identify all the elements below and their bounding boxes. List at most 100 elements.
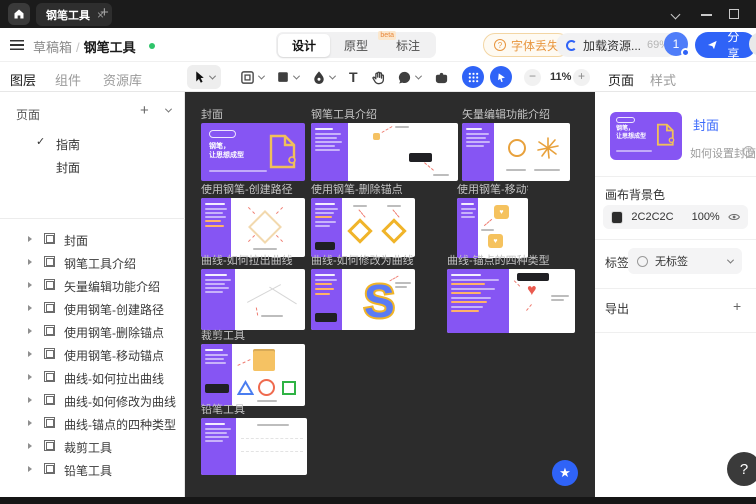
- layer-row[interactable]: 曲线-如何拉出曲线: [0, 366, 185, 389]
- tab-design[interactable]: 设计: [278, 34, 330, 57]
- tab-prototype[interactable]: 原型 beta: [330, 34, 382, 57]
- chevron-right-icon[interactable]: [28, 374, 32, 380]
- layer-label[interactable]: 铅笔工具: [64, 462, 112, 479]
- frame-title[interactable]: 钢笔工具介绍: [311, 106, 458, 119]
- panel-tab-assets[interactable]: 资源库: [103, 70, 142, 89]
- artboard[interactable]: [311, 198, 415, 257]
- chevron-right-icon[interactable]: [28, 443, 32, 449]
- chevron-right-icon[interactable]: [28, 397, 32, 403]
- frame-title[interactable]: 矢量编辑功能介绍: [462, 106, 570, 119]
- layer-label[interactable]: 使用钢笔-删除锚点: [64, 324, 164, 341]
- layer-label[interactable]: 曲线-如何拉出曲线: [64, 370, 164, 387]
- chevron-right-icon[interactable]: [28, 351, 32, 357]
- comment-tool[interactable]: [397, 65, 421, 89]
- layer-row[interactable]: 裁剪工具: [0, 435, 185, 458]
- layer-label[interactable]: 钢笔工具介绍: [64, 255, 136, 272]
- page-label[interactable]: 指南: [56, 136, 80, 153]
- move-tool[interactable]: [187, 65, 221, 89]
- plugin-tool[interactable]: [434, 65, 449, 89]
- new-tab-button[interactable]: +: [100, 4, 109, 21]
- frame-title[interactable]: 封面: [201, 106, 305, 119]
- frame-title[interactable]: 曲线-如何拉出曲线: [201, 252, 305, 265]
- hamburger-menu-icon[interactable]: [10, 40, 24, 50]
- chevron-down-icon[interactable]: [293, 72, 300, 79]
- page-item-cover[interactable]: 封面: [0, 155, 185, 177]
- chevron-right-icon[interactable]: [28, 466, 32, 472]
- chevron-right-icon[interactable]: [28, 259, 32, 265]
- artboard[interactable]: [201, 269, 305, 330]
- add-page-button[interactable]: +: [140, 102, 149, 119]
- canvas-frame-crop-tool[interactable]: 裁剪工具: [201, 327, 305, 406]
- artboard[interactable]: S: [311, 269, 415, 330]
- chevron-right-icon[interactable]: [28, 420, 32, 426]
- breadcrumb-folder[interactable]: 草稿箱: [33, 40, 72, 55]
- layer-label[interactable]: 曲线-如何修改为曲线: [64, 393, 176, 410]
- zoom-in-button[interactable]: +: [573, 69, 590, 86]
- canvas-frame-anchor-types[interactable]: 曲线-锚点的四种类型 ♥: [447, 252, 575, 333]
- layer-row[interactable]: 曲线-锚点的四种类型: [0, 412, 185, 435]
- canvas-frame-vector-intro[interactable]: 矢量编辑功能介绍: [462, 106, 570, 181]
- page-item-guide[interactable]: ✓ 指南: [0, 132, 185, 154]
- layer-row[interactable]: 钢笔工具介绍: [0, 251, 185, 274]
- layer-label[interactable]: 使用钢笔-移动锚点: [64, 347, 164, 364]
- home-button[interactable]: [8, 3, 30, 25]
- zoom-out-button[interactable]: −: [524, 69, 541, 86]
- pen-tool[interactable]: [312, 65, 335, 89]
- eye-icon[interactable]: [728, 212, 740, 222]
- frame-title[interactable]: 使用钢笔-移动锚点: [457, 181, 528, 194]
- hand-tool[interactable]: [371, 65, 386, 89]
- layer-row[interactable]: 矢量编辑功能介绍: [0, 274, 185, 297]
- canvas-frame-pull-curve[interactable]: 曲线-如何拉出曲线: [201, 252, 305, 330]
- canvas-frame-pen-intro[interactable]: 钢笔工具介绍: [311, 106, 458, 181]
- layer-label[interactable]: 使用钢笔-创建路径: [64, 301, 164, 318]
- panel-tab-layers[interactable]: 图层: [10, 70, 36, 89]
- shape-tool[interactable]: [276, 65, 299, 89]
- present-button[interactable]: [490, 66, 512, 88]
- chevron-right-icon[interactable]: [28, 328, 32, 334]
- layer-label[interactable]: 封面: [64, 232, 88, 249]
- window-chevron-down-icon[interactable]: [671, 10, 681, 20]
- canvas-frame-create-path[interactable]: 使用钢笔-创建路径: [201, 181, 305, 257]
- frame-title[interactable]: 使用钢笔-删除锚点: [311, 181, 415, 194]
- pages-collapse-icon[interactable]: [165, 106, 172, 113]
- frame-title[interactable]: 使用钢笔-创建路径: [201, 181, 305, 194]
- add-export-button[interactable]: +: [733, 298, 741, 314]
- artboard[interactable]: [201, 198, 305, 257]
- text-tool[interactable]: T: [349, 65, 358, 89]
- frame-title[interactable]: 裁剪工具: [201, 327, 305, 340]
- layer-row[interactable]: 使用钢笔-创建路径: [0, 297, 185, 320]
- chevron-down-icon[interactable]: [329, 72, 336, 79]
- color-hex-value[interactable]: 2C2C2C: [631, 211, 673, 223]
- frame-title[interactable]: 曲线-锚点的四种类型: [447, 252, 575, 265]
- artboard[interactable]: [201, 418, 307, 475]
- layer-row[interactable]: 使用钢笔-移动锚点: [0, 343, 185, 366]
- page-label[interactable]: 封面: [56, 159, 80, 176]
- zoom-level[interactable]: 11%: [550, 71, 571, 83]
- panel-tab-styles[interactable]: 样式: [650, 70, 676, 89]
- chevron-right-icon[interactable]: [28, 236, 32, 242]
- window-minimize-icon[interactable]: [701, 14, 712, 16]
- opacity-value[interactable]: 100%: [692, 211, 720, 223]
- window-maximize-icon[interactable]: [729, 9, 739, 19]
- cover-artboard[interactable]: 钢笔， 让思想成型: [201, 123, 305, 181]
- help-button[interactable]: ?: [727, 452, 756, 486]
- loading-resources-pill[interactable]: 加载资源... 69%: [556, 33, 679, 57]
- share-button[interactable]: 分享: [695, 32, 756, 58]
- canvas-frame-move-anchor[interactable]: 使用钢笔-移动锚点 ♥ ♥: [457, 181, 528, 258]
- cover-thumbnail[interactable]: 钢笔， 让思想成型: [610, 112, 682, 160]
- layer-label[interactable]: 矢量编辑功能介绍: [64, 278, 160, 295]
- panel-tab-components[interactable]: 组件: [55, 70, 81, 89]
- layer-row[interactable]: 铅笔工具: [0, 458, 185, 481]
- chevron-right-icon[interactable]: [28, 305, 32, 311]
- layer-row[interactable]: 使用钢笔-删除锚点: [0, 320, 185, 343]
- breadcrumb-file[interactable]: 钢笔工具: [84, 40, 136, 55]
- resource-library-button[interactable]: [462, 66, 484, 88]
- canvas-frame-delete-anchor[interactable]: 使用钢笔-删除锚点: [311, 181, 415, 257]
- canvas-frame-cover[interactable]: 封面 钢笔， 让思想成型: [201, 106, 305, 181]
- chevron-down-icon[interactable]: [209, 72, 216, 79]
- artboard[interactable]: [462, 123, 570, 181]
- info-icon[interactable]: i: [743, 146, 754, 157]
- user-avatar[interactable]: 1: [664, 32, 688, 56]
- artboard[interactable]: [201, 344, 305, 406]
- canvas-frame-pencil-tool[interactable]: 铅笔工具: [201, 401, 307, 475]
